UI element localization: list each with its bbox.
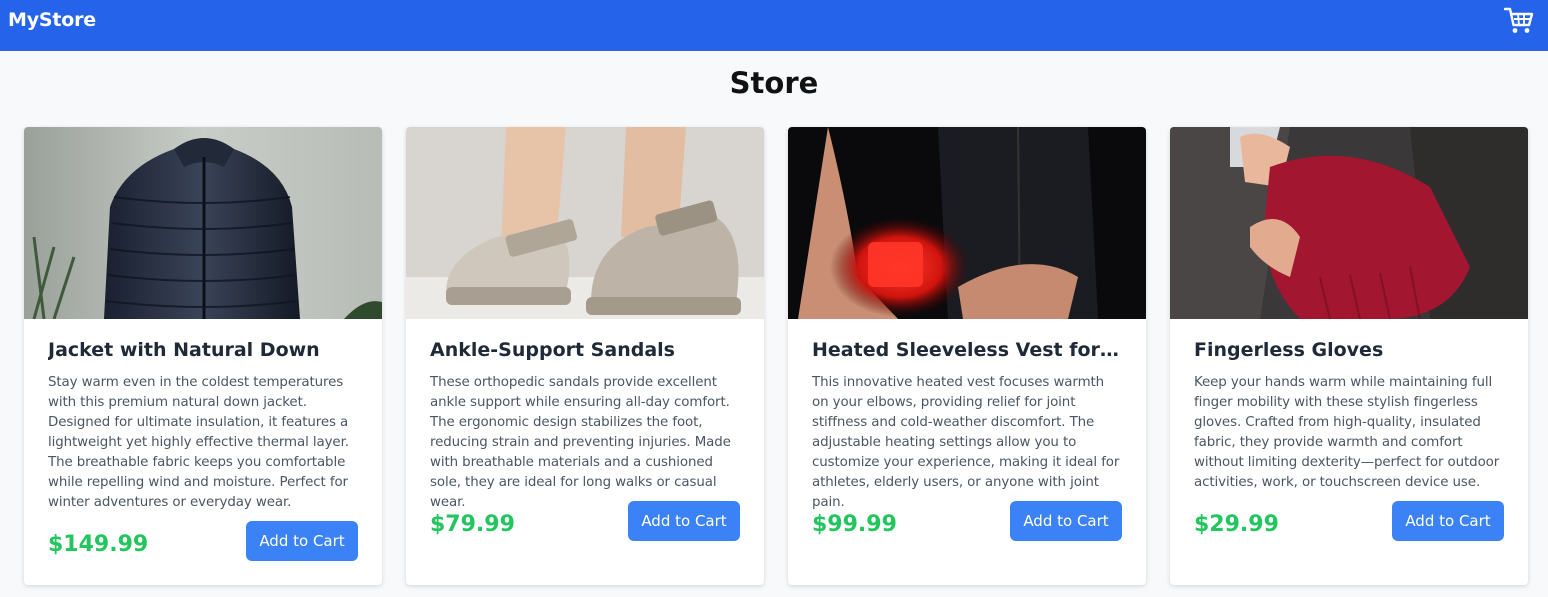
product-card: Jacket with Natural Down Stay warm even …	[24, 127, 382, 585]
product-title: Fingerless Gloves	[1194, 339, 1384, 361]
card-body: Heated Sleeveless Vest for El... This in…	[788, 319, 1146, 565]
card-footer: $149.99 Add to Cart	[48, 513, 358, 569]
product-price: $79.99	[430, 511, 515, 537]
product-description: This innovative heated vest focuses warm…	[812, 375, 1120, 510]
product-price: $99.99	[812, 511, 897, 537]
card-body: Ankle-Support Sandals These orthopedic s…	[406, 319, 764, 565]
product-price: $29.99	[1194, 511, 1279, 537]
navbar: MyStore	[0, 0, 1548, 51]
card-footer: $79.99 Add to Cart	[430, 493, 740, 549]
add-to-cart-button[interactable]: Add to Cart	[1392, 501, 1504, 541]
product-card: Heated Sleeveless Vest for El... This in…	[788, 127, 1146, 585]
card-body: Fingerless Gloves Keep your hands warm w…	[1170, 319, 1528, 565]
product-card: Ankle-Support Sandals These orthopedic s…	[406, 127, 764, 585]
product-description: These orthopedic sandals provide excelle…	[430, 375, 731, 510]
add-to-cart-button[interactable]: Add to Cart	[1010, 501, 1122, 541]
product-description: Stay warm even in the coldest temperatur…	[48, 375, 349, 510]
brand-logo[interactable]: MyStore	[8, 9, 96, 31]
cart-icon	[1504, 7, 1534, 33]
product-image-sandals	[406, 127, 764, 319]
product-title: Ankle-Support Sandals	[430, 339, 675, 361]
cart-button[interactable]	[1502, 4, 1536, 38]
card-footer: $29.99 Add to Cart	[1194, 493, 1504, 549]
product-price: $149.99	[48, 531, 149, 557]
product-description: Keep your hands warm while maintaining f…	[1194, 375, 1500, 490]
page-title: Store	[729, 66, 819, 100]
product-title: Jacket with Natural Down	[48, 339, 320, 361]
card-footer: $99.99 Add to Cart	[812, 493, 1122, 549]
product-image-jacket	[24, 127, 382, 319]
product-image-gloves	[1170, 127, 1528, 319]
product-image-heated-vest	[788, 127, 1146, 319]
add-to-cart-button[interactable]: Add to Cart	[246, 521, 358, 561]
product-grid: Jacket with Natural Down Stay warm even …	[24, 127, 1528, 585]
add-to-cart-button[interactable]: Add to Cart	[628, 501, 740, 541]
product-title: Heated Sleeveless Vest for El...	[812, 339, 1122, 361]
card-body: Jacket with Natural Down Stay warm even …	[24, 319, 382, 585]
product-card: Fingerless Gloves Keep your hands warm w…	[1170, 127, 1528, 585]
